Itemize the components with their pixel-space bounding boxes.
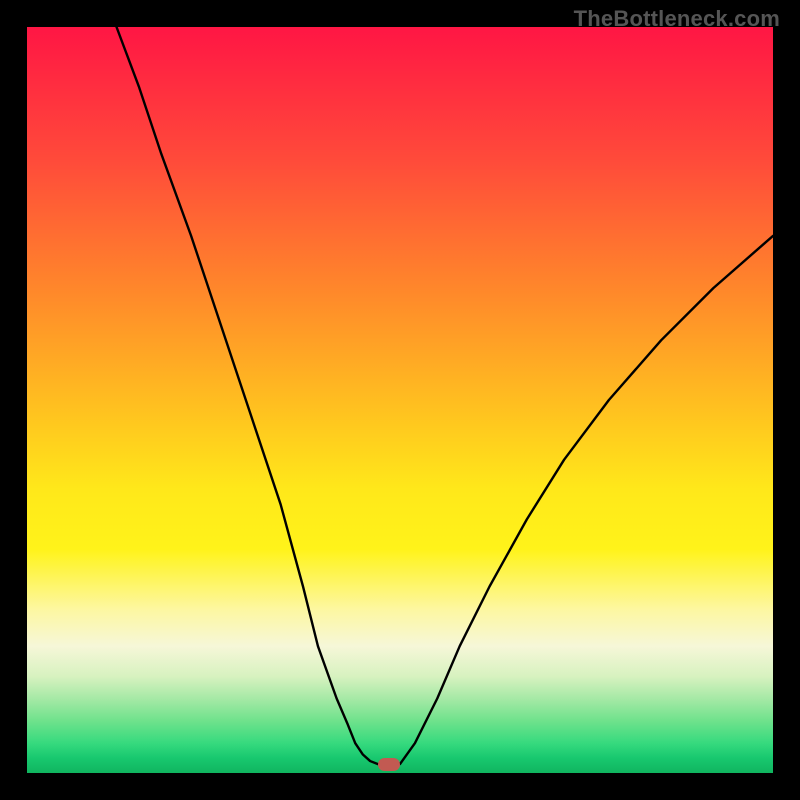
chart-frame: TheBottleneck.com bbox=[0, 0, 800, 800]
bottleneck-curve bbox=[27, 27, 773, 773]
optimum-marker bbox=[378, 758, 400, 771]
watermark-text: TheBottleneck.com bbox=[574, 6, 780, 32]
plot-area bbox=[27, 27, 773, 773]
